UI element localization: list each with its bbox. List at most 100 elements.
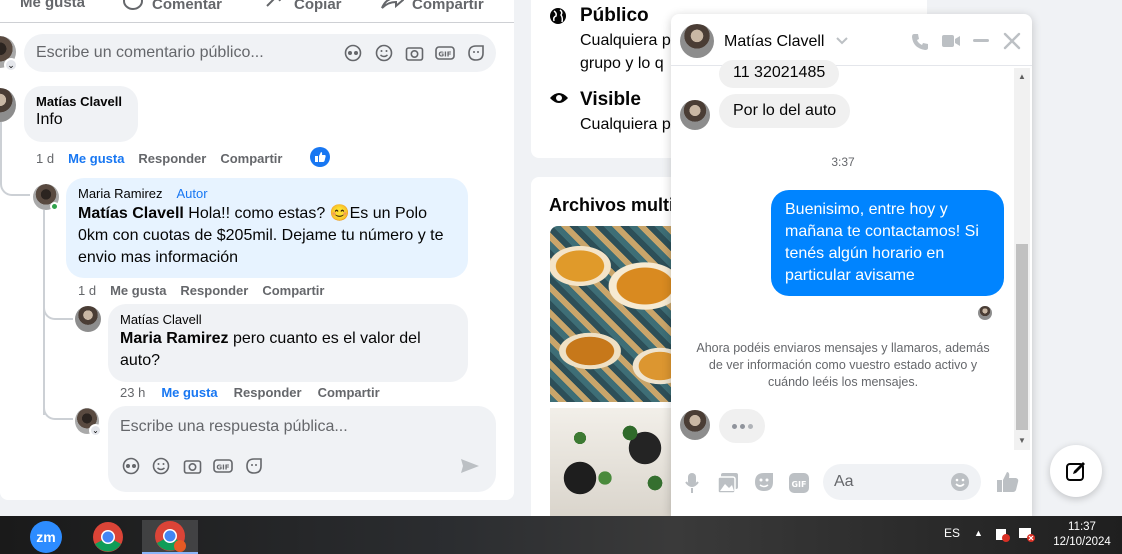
gif-icon[interactable]: GIF [213,457,233,475]
comment-reply-button[interactable]: Responder [138,151,206,166]
thread-connector [43,395,73,420]
reply-like-button[interactable]: Me gusta [110,283,166,298]
chat-window: Matías Clavell 11 32021485 Por lo del au… [671,14,1032,516]
scrollbar-thumb[interactable] [1016,244,1028,430]
incoming-message[interactable]: 11 32021485 [719,60,840,88]
comment-bubble: Matías Clavell Info [24,86,138,142]
sticker-icon[interactable] [467,44,485,62]
chrome-icon [93,522,123,552]
image-icon[interactable] [717,472,739,494]
contact-name[interactable]: Matías Clavell [724,33,824,51]
chrome-profile-icon [155,521,186,552]
svg-text:GIF: GIF [438,51,451,59]
like-reaction-icon[interactable] [310,147,330,167]
seen-avatar [978,306,992,320]
sticker-icon[interactable] [245,457,263,475]
comment-action[interactable]: Comentar [122,0,222,14]
reply-placeholder: Escribe una respuesta pública... [120,418,348,435]
share-action[interactable]: Compartir [380,0,484,14]
language-indicator[interactable]: ES [944,526,960,540]
reply-input[interactable]: Escribe una respuesta pública... GIF [108,406,496,492]
avatar-sticker-icon[interactable] [344,44,362,62]
network-disconnected-icon[interactable] [1018,526,1036,542]
scroll-up-icon[interactable]: ▲ [1018,72,1026,81]
zoom-icon-label: zm [36,529,56,545]
microphone-icon[interactable] [685,472,699,494]
chat-notice: Ahora podéis enviaros mensajes y llamaro… [696,341,990,389]
reply-like-button[interactable]: Me gusta [161,385,217,400]
reply-text: Maria Ramirez pero cuanto es el valor de… [120,328,456,372]
emoji-icon[interactable] [152,457,170,475]
copy-label: Copiar [294,0,342,13]
emoji-icon[interactable] [950,472,970,492]
incoming-message[interactable]: Por lo del auto [719,94,851,128]
reply-author[interactable]: Matías Clavell [120,312,456,327]
chevron-down-icon[interactable] [835,36,849,46]
reply-text: Matías Clavell Hola!! como estas? 😊Es un… [78,203,456,269]
comment-like-button[interactable]: Me gusta [68,151,124,166]
contact-avatar[interactable] [680,100,710,130]
visible-description: Cualquiera p [580,116,671,133]
scroll-down-icon[interactable]: ▼ [1018,436,1026,445]
emoji-icon[interactable] [375,44,393,62]
chrome-app-button[interactable] [80,520,136,554]
gif-icon[interactable]: GIF [435,44,455,62]
comment-share-button[interactable]: Compartir [220,151,282,166]
comment-icon [123,0,143,10]
chevron-down-icon[interactable]: ⌄ [4,58,18,72]
like-action[interactable]: Me gusta [0,0,85,11]
avatar-sticker-icon[interactable] [122,457,140,475]
thumbs-up-icon[interactable] [996,470,1020,494]
camera-icon[interactable] [183,457,202,475]
mention-link[interactable]: Maria Ramirez [120,330,229,347]
comment-time[interactable]: 1 d [36,151,54,166]
commenter-avatar[interactable] [0,88,16,122]
media-thumbnail-plants[interactable] [550,408,680,520]
online-indicator [50,202,59,211]
commenter-avatar[interactable] [75,306,101,332]
tray-expand-icon[interactable]: ▲ [974,528,983,538]
send-icon[interactable] [460,457,480,475]
visible-title: Visible [580,89,641,110]
share-icon [381,0,404,9]
message-timestamp: 3:37 [831,155,855,169]
contact-avatar[interactable] [680,410,710,440]
reply-time[interactable]: 23 h [120,385,145,400]
copy-action[interactable]: Copiar [264,0,342,14]
chat-scrollbar[interactable]: ▲ ▼ [1014,68,1030,450]
comment-input[interactable]: Escribe un comentario público... GIF [24,34,496,72]
taskbar: zm ES ▲ 11:37 12/10/2024 [0,516,1122,554]
phone-icon[interactable] [910,32,930,52]
reply-text-part: Hola!! como estas? [183,205,330,222]
video-icon[interactable] [941,33,961,49]
reply-bubble: Maria Ramirez Autor Matías Clavell Hola!… [66,178,468,278]
reply-time[interactable]: 1 d [78,283,96,298]
outgoing-message[interactable]: Buenisimo, entre hoy y mañana te contact… [771,190,1004,296]
comment-author[interactable]: Matías Clavell [36,94,126,109]
close-icon[interactable] [1003,32,1021,50]
new-message-button[interactable] [1050,445,1102,497]
message-input[interactable]: Aa [823,464,981,500]
reply-meta: 23 h Me gusta Responder Compartir [120,385,380,400]
security-alert-icon[interactable] [994,526,1010,542]
post-action-bar: Me gusta Comentar Copiar Compartir [0,0,514,16]
reply-reply-button[interactable]: Responder [180,283,248,298]
reply-author[interactable]: Maria Ramirez [78,186,163,201]
chevron-down-icon[interactable]: ⌄ [89,424,102,437]
chrome-active-window-button[interactable] [142,520,198,554]
reply-reply-button[interactable]: Responder [234,385,302,400]
reply-share-button[interactable]: Compartir [318,385,380,400]
clock[interactable]: 11:37 12/10/2024 [1052,520,1112,550]
zoom-app-button[interactable]: zm [18,520,74,554]
sticker-icon[interactable] [753,471,775,493]
zoom-icon: zm [30,521,62,553]
reply-share-button[interactable]: Compartir [262,283,324,298]
minimize-icon[interactable] [972,39,990,43]
media-title[interactable]: Archivos multi [549,195,674,216]
camera-icon[interactable] [405,44,424,62]
gif-icon[interactable]: GIF [788,472,810,494]
comment-meta: 1 d Me gusta Responder Compartir [36,151,282,166]
mention-link[interactable]: Matías Clavell [78,205,184,222]
contact-avatar[interactable] [680,24,714,58]
media-thumbnail-dessert[interactable] [550,226,680,402]
